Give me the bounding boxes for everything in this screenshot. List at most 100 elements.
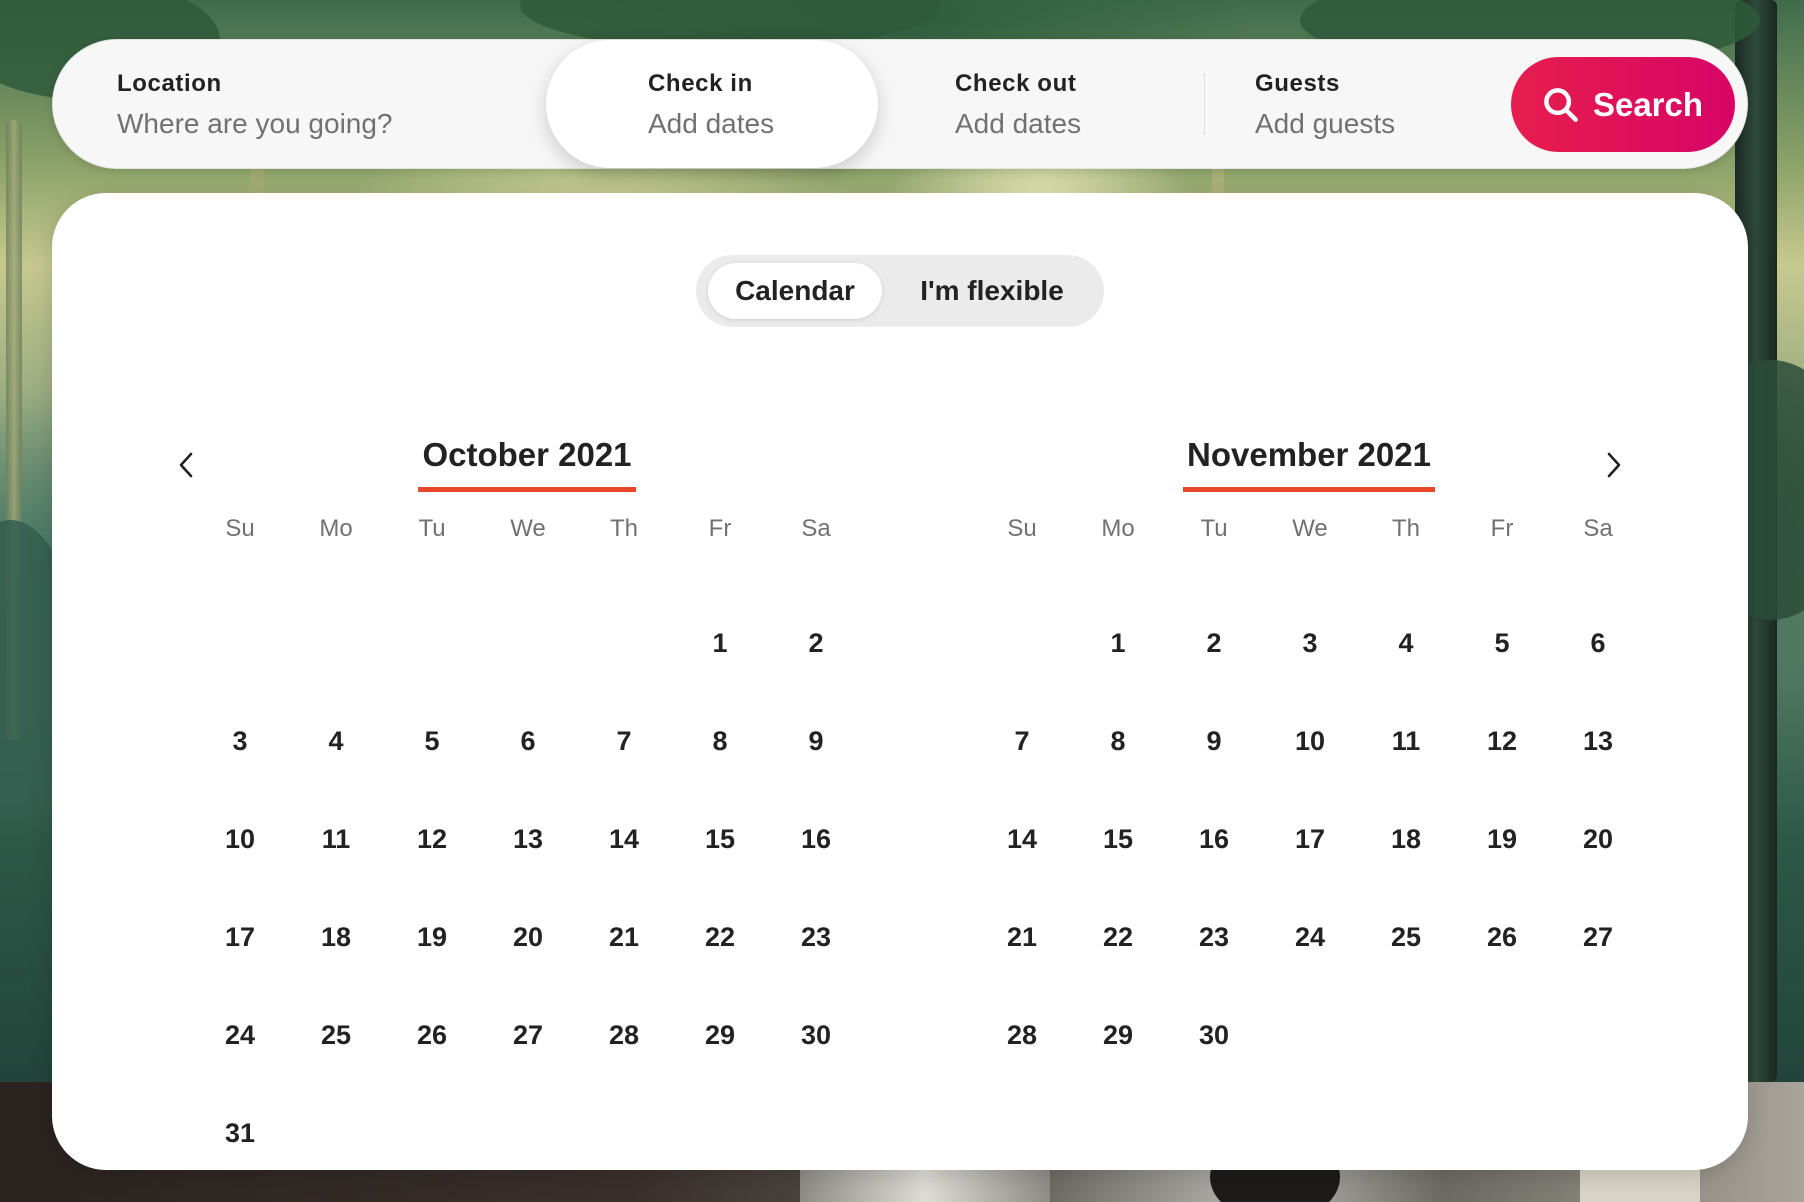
weekday-label: Th (609, 515, 638, 542)
weekday-label: Sa (801, 515, 831, 542)
location-input[interactable]: Where are you going? (117, 108, 393, 140)
calendar-day[interactable]: 24 (192, 987, 288, 1083)
calendar-day[interactable]: 4 (1358, 595, 1454, 691)
tab-flexible[interactable]: I'm flexible (892, 263, 1092, 319)
calendar-day[interactable]: 15 (1070, 791, 1166, 887)
calendar-day[interactable]: 13 (480, 791, 576, 887)
calendar-day[interactable]: 18 (1358, 791, 1454, 887)
date-picker-panel: Calendar I'm flexible October 2021 Su Mo T… (52, 193, 1748, 1170)
calendar-day[interactable]: 4 (288, 693, 384, 789)
search-icon (1544, 87, 1578, 122)
calendar-day[interactable]: 18 (288, 889, 384, 985)
calendar-day[interactable]: 8 (672, 693, 768, 789)
calendar-day[interactable]: 11 (1358, 693, 1454, 789)
calendar-day[interactable]: 11 (288, 791, 384, 887)
month-title-wrapper: November 2021 (974, 433, 1644, 493)
check-out-value: Add dates (955, 108, 1082, 139)
guests-value: Add guests (1255, 108, 1396, 139)
weekday-label: Tu (1200, 515, 1228, 542)
calendar-day[interactable]: 1 (1070, 595, 1166, 691)
search-button[interactable]: Search (1511, 57, 1735, 152)
calendar-day[interactable]: 20 (1550, 791, 1646, 887)
calendar-day[interactable]: 10 (1262, 693, 1358, 789)
calendar-day[interactable]: 7 (974, 693, 1070, 789)
calendar-day[interactable]: 9 (768, 693, 864, 789)
weekday-label: Th (1391, 515, 1420, 542)
weekday-label: Su (1007, 515, 1037, 542)
guests-label: Guests (1255, 70, 1340, 97)
calendar-day[interactable]: 13 (1550, 693, 1646, 789)
check-out-label: Check out (955, 70, 1077, 97)
calendar-day[interactable]: 19 (384, 889, 480, 985)
calendar-day[interactable]: 6 (480, 693, 576, 789)
weekday-label: Tu (418, 515, 446, 542)
calendar-day[interactable]: 28 (576, 987, 672, 1083)
calendar-day[interactable]: 7 (576, 693, 672, 789)
weekday-label: Fr (708, 515, 732, 542)
calendar-day[interactable]: 22 (672, 889, 768, 985)
calendar-day[interactable]: 29 (1070, 987, 1166, 1083)
calendar-day[interactable]: 12 (1454, 693, 1550, 789)
calendar-day[interactable]: 2 (768, 595, 864, 691)
calendar-day[interactable]: 5 (384, 693, 480, 789)
calendar-day[interactable]: 21 (576, 889, 672, 985)
calendar-day[interactable]: 27 (480, 987, 576, 1083)
calendar-day[interactable]: 14 (576, 791, 672, 887)
calendar-day[interactable]: 1 (672, 595, 768, 691)
guests-field[interactable]: Guests Add guests (1205, 40, 1505, 168)
day-grid: 1 2 3 4 5 6 7 8 9 10 11 12 13 14 15 16 17 18 19 20 21 22 23 24 2… (974, 595, 1644, 1115)
calendar-day[interactable]: 27 (1550, 889, 1646, 985)
weekday-header: Su Mo Tu We Th Fr Sa (192, 515, 862, 551)
calendar-day[interactable]: 25 (288, 987, 384, 1083)
calendar-day[interactable]: 21 (974, 889, 1070, 985)
search-bar: Location Where are you going? Check in A… (52, 39, 1748, 169)
weekday-label: We (510, 515, 546, 542)
calendar-day[interactable]: 24 (1262, 889, 1358, 985)
calendar-day[interactable]: 19 (1454, 791, 1550, 887)
calendar-day[interactable]: 3 (192, 693, 288, 789)
weekday-label: We (1292, 515, 1328, 542)
check-in-field[interactable]: Check in Add dates (546, 40, 878, 168)
check-out-field[interactable]: Check out Add dates (883, 40, 1213, 168)
calendar-day[interactable]: 29 (672, 987, 768, 1083)
calendar-day[interactable]: 23 (768, 889, 864, 985)
calendar-day[interactable]: 5 (1454, 595, 1550, 691)
location-field[interactable]: Location Where are you going? (53, 40, 545, 168)
calendar-day[interactable]: 16 (768, 791, 864, 887)
calendar-day[interactable]: 15 (672, 791, 768, 887)
weekday-label: Mo (319, 515, 353, 542)
calendar-day[interactable]: 2 (1166, 595, 1262, 691)
month-title: October 2021 (418, 433, 636, 492)
calendar-day[interactable]: 30 (768, 987, 864, 1083)
tab-calendar[interactable]: Calendar (708, 263, 882, 319)
calendar-day[interactable]: 8 (1070, 693, 1166, 789)
calendar-day[interactable]: 25 (1358, 889, 1454, 985)
calendar-day[interactable]: 10 (192, 791, 288, 887)
check-in-value: Add dates (648, 108, 775, 139)
calendar-day[interactable]: 3 (1262, 595, 1358, 691)
location-label: Location (117, 70, 222, 97)
calendar-day[interactable]: 16 (1166, 791, 1262, 887)
weekday-label: Sa (1583, 515, 1613, 542)
calendar-day[interactable]: 9 (1166, 693, 1262, 789)
calendar-day[interactable]: 17 (1262, 791, 1358, 887)
calendar-day[interactable]: 6 (1550, 595, 1646, 691)
date-mode-toggle: Calendar I'm flexible (696, 255, 1104, 327)
calendar-day[interactable]: 12 (384, 791, 480, 887)
calendar-day[interactable]: 30 (1166, 987, 1262, 1083)
calendar-day[interactable]: 14 (974, 791, 1070, 887)
calendar-day[interactable]: 22 (1070, 889, 1166, 985)
calendar-day[interactable]: 20 (480, 889, 576, 985)
calendar-day[interactable]: 31 (192, 1085, 288, 1181)
calendar-day[interactable]: 28 (974, 987, 1070, 1083)
month-title: November 2021 (1183, 433, 1435, 492)
calendar-day[interactable]: 26 (384, 987, 480, 1083)
calendar-day[interactable]: 17 (192, 889, 288, 985)
weekday-label: Fr (1490, 515, 1514, 542)
calendar-day[interactable]: 23 (1166, 889, 1262, 985)
weekday-label: Mo (1101, 515, 1135, 542)
search-button-label: Search (1592, 85, 1704, 123)
month-title-wrapper: October 2021 (192, 433, 862, 493)
check-in-label: Check in (648, 70, 753, 97)
calendar-day[interactable]: 26 (1454, 889, 1550, 985)
